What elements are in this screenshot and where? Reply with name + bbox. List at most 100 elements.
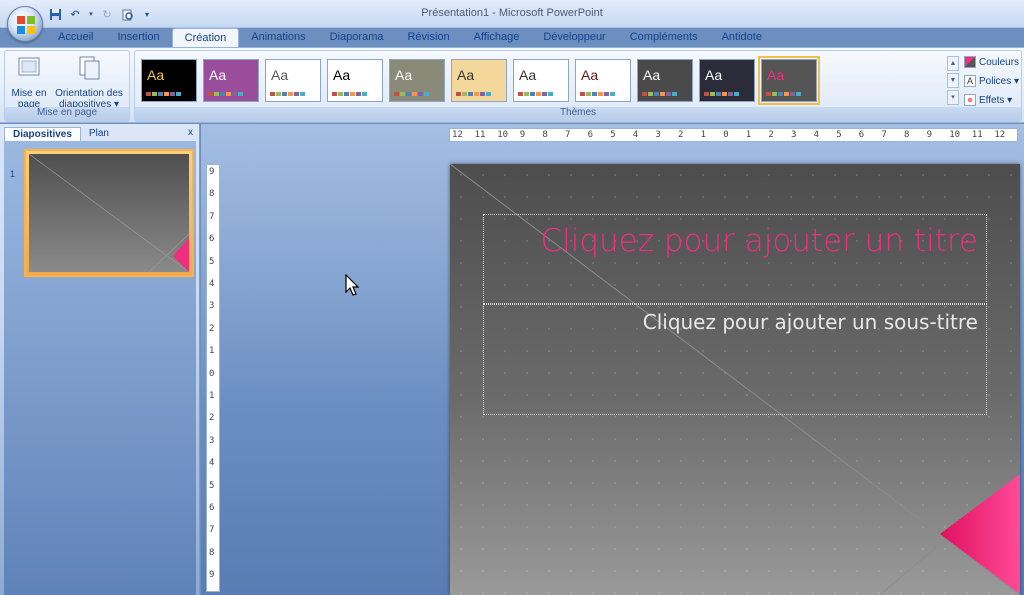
- tab-outline[interactable]: Plan: [81, 127, 117, 141]
- theme-thumbnail-7[interactable]: Aa: [513, 59, 569, 102]
- ruler-tick-label: 7: [209, 211, 215, 222]
- window-title: Présentation1 - Microsoft PowerPoint: [421, 7, 603, 19]
- ruler-tick-label: 10: [497, 130, 509, 140]
- theme-thumbnail-5[interactable]: Aa: [389, 59, 445, 102]
- slide-number: 1: [10, 169, 16, 179]
- ruler-tick-label: 0: [209, 368, 215, 379]
- subtitle-placeholder[interactable]: Cliquez pour ajouter un sous-titre: [483, 304, 987, 415]
- theme-thumbnail-9[interactable]: Aa: [637, 59, 693, 102]
- ruler-tick-label: 8: [209, 189, 215, 200]
- tab-insertion[interactable]: Insertion: [105, 28, 171, 48]
- themes-scroll-down-icon[interactable]: ▼: [947, 73, 959, 88]
- colors-label: Couleurs: [979, 56, 1020, 68]
- ruler-tick-label: 12: [994, 130, 1006, 140]
- themes-scroll-up-icon[interactable]: ▲: [947, 56, 959, 71]
- ruler-tick-label: 0: [723, 130, 729, 140]
- theme-thumbnail-3[interactable]: Aa: [265, 59, 321, 102]
- horizontal-ruler: 12 11 10 9 8 7 6 5 4 3 2 1 0 1 2 3 4 5 6 7 8 9 10 11 12: [449, 128, 1018, 142]
- theme-colors-button[interactable]: Couleurs: [964, 54, 1019, 70]
- ruler-tick-label: 7: [881, 130, 887, 140]
- ruler-tick-label: 1: [209, 391, 215, 401]
- tab-revision[interactable]: Révision: [395, 28, 461, 48]
- slides-list: 1: [4, 141, 196, 595]
- ruler-tick-label: 5: [209, 480, 215, 491]
- slide-thumbnail[interactable]: [24, 149, 194, 277]
- page-setup-group: Mise en page Orientation des diapositive…: [4, 50, 130, 122]
- theme-fonts-button[interactable]: A Polices ▾: [964, 73, 1019, 89]
- effects-icon: [964, 94, 976, 106]
- ruler-tick-label: 7: [565, 130, 571, 140]
- theme-thumbnail-6[interactable]: Aa: [451, 59, 507, 102]
- ruler-tick-label: 10: [949, 130, 961, 140]
- page-setup-label-1: Mise en: [11, 88, 47, 99]
- orientation-label-1: Orientation des: [55, 88, 123, 99]
- ruler-tick-label: 3: [209, 301, 215, 312]
- theme-thumbnail-label: Aa: [643, 67, 661, 83]
- tab-diaporama[interactable]: Diaporama: [318, 28, 396, 48]
- theme-color-swatches: [270, 92, 305, 96]
- ruler-tick-label: 3: [655, 130, 661, 140]
- ruler-tick-label: 1: [745, 130, 752, 140]
- ruler-tick-label: 3: [791, 130, 797, 140]
- subtitle-placeholder-text: Cliquez pour ajouter un sous-titre: [642, 310, 978, 334]
- theme-color-swatches: [394, 92, 429, 96]
- theme-color-swatches: [518, 92, 553, 96]
- ruler-tick-label: 6: [858, 130, 865, 140]
- tab-complements[interactable]: Compléments: [618, 28, 710, 48]
- slides-pane: Diapositives Plan x 1: [0, 124, 200, 595]
- ribbon: Mise en page Orientation des diapositive…: [0, 47, 1024, 123]
- office-button[interactable]: [7, 6, 43, 42]
- mouse-pointer-icon: [345, 274, 360, 296]
- theme-color-swatches: [766, 92, 801, 96]
- theme-color-swatches: [208, 92, 243, 96]
- slide-orientation-button[interactable]: Orientation des diapositives ▾: [51, 55, 127, 110]
- ruler-tick-label: 4: [209, 279, 215, 289]
- fonts-icon: A: [964, 75, 976, 87]
- theme-thumbnail-label: Aa: [705, 67, 723, 83]
- ruler-tick-label: 3: [209, 435, 215, 446]
- theme-thumbnail-label: Aa: [209, 67, 227, 83]
- ruler-tick-label: 2: [209, 323, 215, 334]
- theme-thumbnail-11[interactable]: Aa: [758, 56, 820, 105]
- tab-accueil[interactable]: Accueil: [46, 28, 105, 48]
- tab-creation[interactable]: Création: [171, 28, 240, 48]
- theme-thumbnail-label: Aa: [581, 67, 599, 83]
- pane-tabs: Diapositives Plan: [4, 127, 196, 141]
- theme-thumbnail-2[interactable]: Aa: [203, 59, 259, 102]
- ruler-tick-label: 6: [209, 234, 215, 245]
- ruler-tick-label: 6: [209, 503, 215, 513]
- page-setup-icon: [18, 57, 40, 76]
- tab-affichage[interactable]: Affichage: [462, 28, 532, 48]
- ruler-tick-label: 9: [209, 167, 215, 177]
- fonts-label: Polices ▾: [979, 75, 1020, 87]
- close-pane-icon[interactable]: x: [188, 127, 193, 138]
- slide-thumbnail-preview: [29, 154, 189, 272]
- office-logo-icon: [17, 16, 35, 34]
- ruler-tick-label: 5: [209, 256, 215, 267]
- theme-thumbnail-label: Aa: [271, 67, 289, 83]
- theme-thumbnail-label: Aa: [767, 67, 785, 83]
- slide-canvas[interactable]: Cliquez pour ajouter un titre Cliquez po…: [450, 164, 1020, 595]
- title-placeholder[interactable]: Cliquez pour ajouter un titre: [483, 214, 987, 304]
- themes-more-icon[interactable]: ▾: [947, 90, 959, 105]
- theme-color-swatches: [332, 92, 367, 96]
- page-setup-group-label: Mise en page: [5, 107, 129, 121]
- theme-thumbnail-8[interactable]: Aa: [575, 59, 631, 102]
- tab-animations[interactable]: Animations: [239, 28, 317, 48]
- ruler-tick-label: 5: [610, 130, 616, 140]
- tab-antidote[interactable]: Antidote: [710, 28, 774, 48]
- ruler-tick-label: 2: [209, 413, 215, 424]
- ruler-tick-label: 7: [209, 525, 215, 536]
- title-bar: ↶ ▾ ↻ ▾ Présentation1 - Microsoft PowerP…: [0, 0, 1024, 42]
- ruler-tick-label: 4: [632, 130, 639, 140]
- theme-thumbnail-1[interactable]: Aa: [141, 59, 197, 102]
- theme-thumbnail-10[interactable]: Aa: [699, 59, 755, 102]
- theme-effects-button[interactable]: Effets ▾: [964, 92, 1012, 108]
- page-setup-button[interactable]: Mise en page: [9, 55, 49, 110]
- ruler-tick-label: 6: [587, 130, 594, 140]
- tab-slides[interactable]: Diapositives: [4, 127, 81, 141]
- tab-developpeur[interactable]: Développeur: [531, 28, 617, 48]
- theme-color-swatches: [456, 92, 491, 96]
- themes-scroll: ▲ ▼ ▾: [947, 56, 959, 106]
- theme-thumbnail-4[interactable]: Aa: [327, 59, 383, 102]
